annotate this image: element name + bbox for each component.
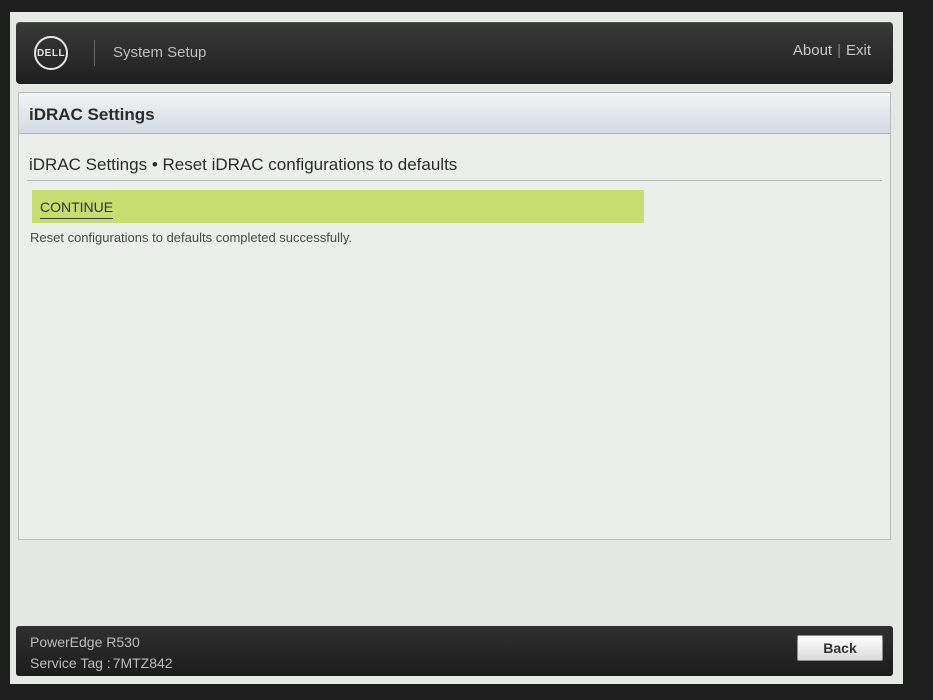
main-panel: iDRAC Settings iDRAC Settings • Reset iD… [18, 92, 891, 540]
panel-title-bar: iDRAC Settings [19, 93, 890, 134]
monitor-bezel: DELL System Setup About | Exit iDRAC Setti… [0, 0, 933, 700]
status-message: Reset configurations to defaults complet… [30, 230, 353, 245]
header-bar: DELL System Setup About | Exit [16, 22, 893, 84]
back-button[interactable]: Back [797, 635, 883, 661]
footer-bar: PowerEdge R530 Service Tag :7MTZ842 Back [16, 626, 893, 676]
dell-logo: DELL [34, 36, 68, 70]
service-tag-label: Service Tag : [30, 655, 111, 671]
link-separator: | [837, 42, 841, 59]
page-title: iDRAC Settings [29, 105, 155, 124]
exit-link[interactable]: Exit [846, 42, 871, 59]
app-title: System Setup [113, 44, 207, 61]
divider [27, 180, 882, 181]
system-setup-screen: DELL System Setup About | Exit iDRAC Setti… [10, 12, 903, 684]
header-divider [94, 40, 95, 66]
continue-label: CONTINUE [40, 199, 114, 219]
about-link[interactable]: About [793, 42, 832, 59]
system-model: PowerEdge R530 [30, 634, 140, 650]
service-tag-value: 7MTZ842 [112, 655, 173, 671]
continue-button[interactable]: CONTINUE [32, 190, 644, 223]
service-tag: Service Tag :7MTZ842 [30, 655, 173, 671]
dell-logo-text: DELL [36, 47, 66, 59]
header-links: About | Exit [793, 42, 871, 59]
breadcrumb: iDRAC Settings • Reset iDRAC configurati… [29, 155, 458, 174]
